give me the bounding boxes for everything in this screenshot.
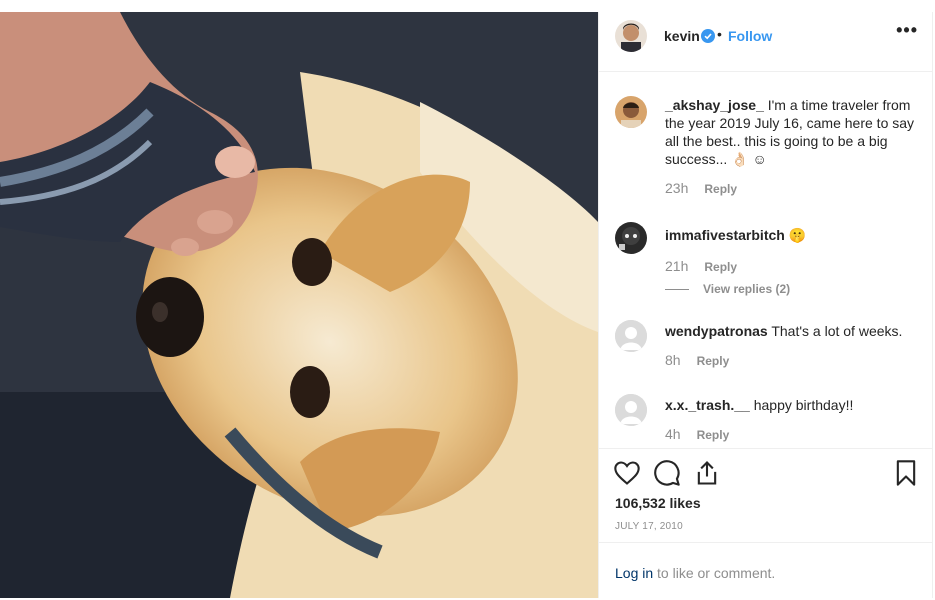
view-replies-button[interactable]: View replies (2) — [665, 282, 790, 296]
commenter-avatar[interactable] — [615, 96, 647, 128]
login-prompt: Log in to like or comment. — [599, 542, 932, 600]
post-actions: 106,532 likes JULY 17, 2010 Log in to li… — [599, 448, 932, 599]
comment-username[interactable]: _akshay_jose_ — [665, 97, 764, 113]
comment-username[interactable]: immafivestarbitch — [665, 227, 785, 243]
comment-time[interactable]: 23h — [665, 180, 688, 196]
reply-button[interactable]: Reply — [697, 354, 730, 368]
comment-text: happy birthday!! — [749, 397, 854, 413]
post-photo[interactable] — [0, 12, 598, 598]
comment-text: 🤫 — [784, 227, 807, 243]
comment-time[interactable]: 21h — [665, 258, 688, 274]
follow-button[interactable]: Follow — [728, 28, 772, 44]
reply-button[interactable]: Reply — [697, 428, 730, 442]
heart-icon[interactable] — [613, 459, 641, 487]
comment-icon[interactable] — [653, 459, 681, 487]
author-avatar[interactable] — [615, 20, 647, 52]
reply-button[interactable]: Reply — [704, 182, 737, 196]
comment-username[interactable]: wendypatronas — [665, 323, 768, 339]
comment-time[interactable]: 8h — [665, 352, 681, 368]
view-replies-label: View replies (2) — [703, 282, 791, 296]
likes-count[interactable]: 106,532 likes — [615, 495, 701, 511]
commenter-avatar[interactable] — [615, 320, 647, 352]
separator-dot: • — [717, 26, 722, 42]
comment-username[interactable]: x.x._trash.__ — [665, 397, 750, 413]
reply-button[interactable]: Reply — [704, 260, 737, 274]
replies-divider — [665, 289, 689, 291]
share-icon[interactable] — [693, 459, 721, 487]
author-username[interactable]: kevin — [664, 28, 700, 44]
login-link[interactable]: Log in — [615, 565, 653, 581]
dog-photo — [0, 12, 598, 598]
post-header: kevin • Follow ••• — [599, 12, 932, 72]
post-date[interactable]: JULY 17, 2010 — [615, 521, 683, 532]
bookmark-icon[interactable] — [892, 459, 920, 487]
post-side-panel: kevin • Follow ••• _akshay_jose_ I'm a t… — [598, 12, 933, 598]
verified-badge-icon — [701, 29, 715, 43]
commenter-avatar[interactable] — [615, 394, 647, 426]
more-options-icon[interactable]: ••• — [896, 20, 918, 41]
commenter-avatar[interactable] — [615, 222, 647, 254]
comment-time[interactable]: 4h — [665, 426, 681, 442]
login-suffix: to like or comment. — [653, 565, 776, 581]
comment-text: That's a lot of weeks. — [767, 323, 903, 339]
